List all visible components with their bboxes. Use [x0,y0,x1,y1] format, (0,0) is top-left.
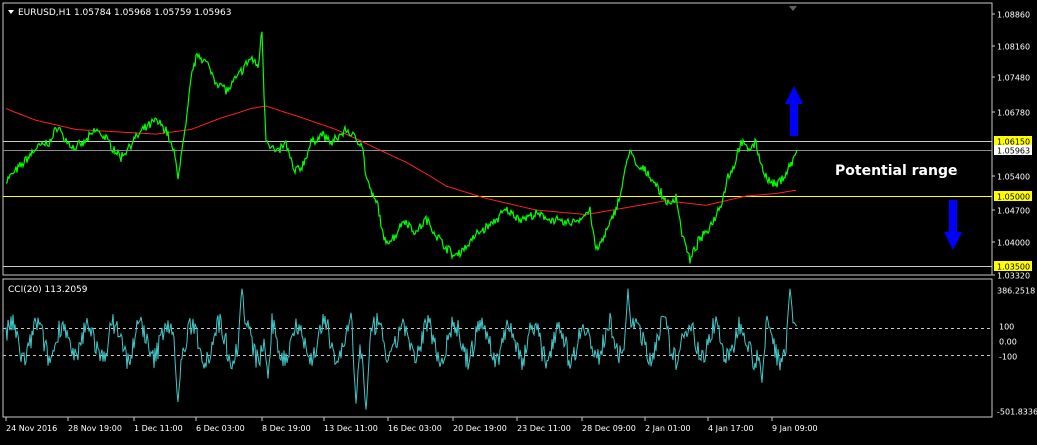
price-tick-label: 1.08160 [997,43,1030,52]
time-tick-label: 8 Dec 19:00 [262,424,311,433]
price-tick-label: 1.08860 [997,11,1030,20]
price-tick-label: 1.07480 [997,74,1030,83]
time-tick-label: 13 Dec 11:00 [324,424,378,433]
time-tick-label: 9 Jan 09:00 [772,424,818,433]
price-tick-label: 1.06780 [997,109,1030,118]
time-tick-label: 28 Dec 09:00 [582,424,636,433]
trading-chart[interactable]: 1.08860 1.08160 1.07480 1.06780 1.06150 1.059… [0,0,1037,441]
time-tick-label: 20 Dec 19:00 [453,424,507,433]
cci-tick-label: 0.00 [999,338,1017,347]
potential-range-annotation: Potential range [835,163,957,179]
time-tick-label: 24 Nov 2016 [6,424,57,433]
cci-tick-label: 386.2518 [997,287,1035,296]
time-tick-label: 23 Dec 11:00 [517,424,571,433]
time-tick-label: 4 Jan 17:00 [708,424,754,433]
time-tick-label: 28 Nov 19:00 [68,424,122,433]
price-tick-label: 1.03320 [997,272,1030,281]
cci-tick-label: -100 [999,353,1017,362]
price-tick-label: 1.03500 [997,263,1030,272]
chart-header: EURUSD,H1 1.05784 1.05968 1.05759 1.0596… [18,8,231,18]
cci-tick-label: -501.8336 [997,408,1037,417]
price-tick-label: 1.05000 [997,193,1030,202]
cci-header: CCI(20) 113.2059 [8,285,88,295]
price-tick-label: 1.04700 [997,207,1030,216]
cci-tick-label: 100 [999,323,1014,332]
time-tick-label: 16 Dec 03:00 [388,424,442,433]
time-tick-label: 2 Jan 01:00 [645,424,691,433]
time-tick-label: 6 Dec 03:00 [196,424,245,433]
price-tick-label: 1.04000 [997,239,1030,248]
price-tick-label: 1.05963 [997,147,1030,156]
time-tick-label: 1 Dec 11:00 [134,424,183,433]
price-tick-label: 1.05400 [997,173,1030,182]
